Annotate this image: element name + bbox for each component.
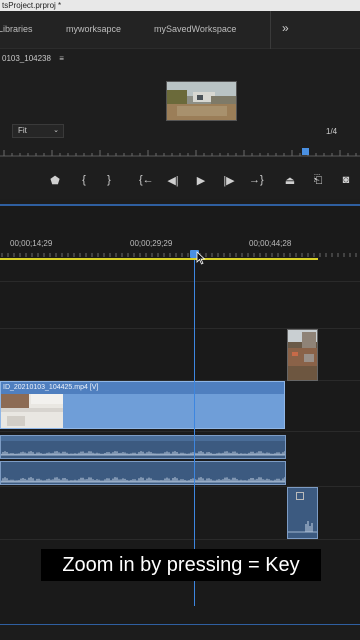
audio-clip-a2[interactable] [0,461,286,485]
timecode-label: 00;00;44;28 [249,239,292,248]
track-divider [0,431,360,432]
mark-in-icon[interactable]: { [77,174,91,186]
mark-out-icon[interactable]: } [102,174,116,186]
timeline-panel: 00;00;14;29 00;00;29;29 00;00;44;28 ID_2… [0,204,360,640]
chevron-down-icon: ⌄ [53,127,59,134]
window-title: tsProject.prproj * [0,0,360,11]
play-icon[interactable]: ▶ [194,174,208,187]
workspace-separator [270,11,271,49]
step-forward-icon[interactable]: |▶ [222,174,236,187]
audio-waveform [288,521,317,533]
video-clip-v2[interactable] [287,329,318,381]
audio-clip-a1[interactable] [0,435,286,459]
workspace-tab-mysavedworkspace[interactable]: mySavedWorkspace [154,24,236,34]
timeline-ruler[interactable] [0,248,360,258]
program-monitor-frame [166,81,237,121]
timeline-scrollbar[interactable] [0,624,360,640]
audio-waveform [1,436,285,456]
workspaces-bar: Libraries myworksapce mySavedWorkspace » [0,11,360,49]
transport-controls: ⬟ {} {← ◀| ▶ |▶ →} ⏏ ⎗ ◙ [0,168,360,196]
workspace-tab-myworksapce[interactable]: myworksapce [66,24,121,34]
track-divider [0,539,360,540]
step-back-icon[interactable]: ◀| [166,174,180,187]
timecode-label: 00;00;29;29 [130,239,173,248]
export-frame-icon[interactable]: ◙ [339,174,353,186]
extract-icon[interactable]: ⎗ [311,174,325,187]
go-to-out-icon[interactable]: →} [249,174,264,186]
timecode-label: 00;00;14;29 [10,239,53,248]
clip-name: ID_20210103_104425.mp4 [V] [1,382,284,394]
mouse-cursor-icon [196,251,206,265]
work-area-bar[interactable] [0,258,318,260]
audio-waveform [1,477,285,483]
go-to-in-icon[interactable]: {← [139,174,154,186]
more-workspaces-icon[interactable]: » [282,21,289,35]
clip-thumbnail [1,394,63,428]
sequence-name: 0103_104238 ≡ [2,54,64,63]
zoom-level-dropdown[interactable]: Fit ⌄ [12,124,64,138]
workspace-tab-libraries[interactable]: Libraries [0,24,33,34]
video-clip-v1[interactable]: ID_20210103_104425.mp4 [V] [0,381,285,429]
caption-overlay: Zoom in by pressing = Key [41,549,321,581]
track-divider [0,281,360,282]
monitor-playhead[interactable] [302,148,309,155]
playback-resolution[interactable]: 1/4 [326,127,337,136]
add-marker-icon[interactable]: ⬟ [48,174,62,187]
lift-icon[interactable]: ⏏ [283,174,297,187]
panel-menu-icon[interactable]: ≡ [59,54,64,63]
audio-clip-a3[interactable] [287,487,318,539]
